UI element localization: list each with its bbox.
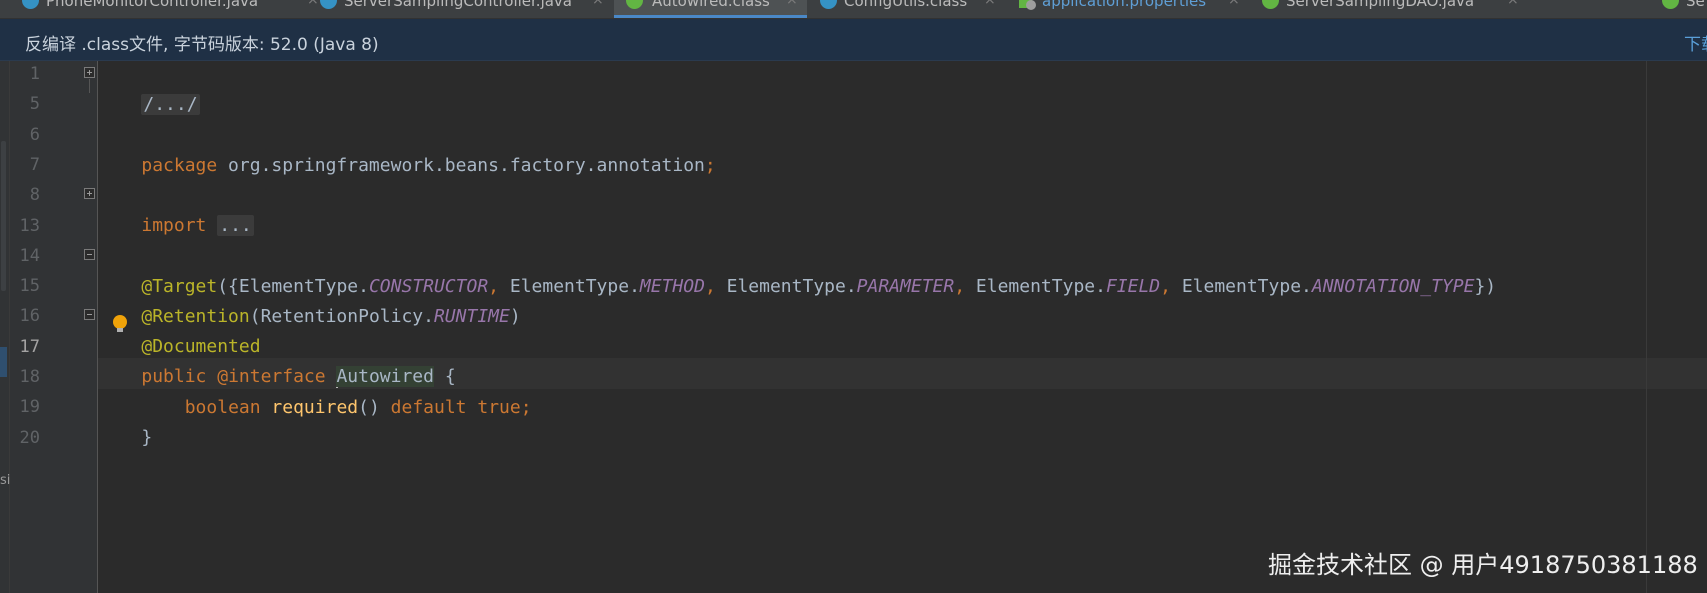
tab-label: ServerSamplingDAO.java <box>1286 0 1475 10</box>
class-icon <box>320 0 337 9</box>
constant: METHOD <box>639 276 705 297</box>
close-icon[interactable]: × <box>1507 0 1519 7</box>
code-line-19: } <box>98 391 152 448</box>
line-number: 15 <box>19 276 40 296</box>
tab-serversamplingdao[interactable]: ServerSamplingDAO.java × <box>1262 0 1524 18</box>
line-number-current: 17 <box>19 337 40 357</box>
line-number-gutter[interactable]: 1 5 6 7 8 13 14 15 16 17 18 19 20 <box>10 61 98 593</box>
tab-label: application.properties <box>1042 0 1207 10</box>
code-line-16: @Documented <box>98 300 260 357</box>
folded-imports[interactable]: ... <box>217 215 254 236</box>
code-line-6: package org.springframework.beans.factor… <box>98 119 715 176</box>
close-icon[interactable]: × <box>1228 0 1240 7</box>
active-tab-indicator <box>614 15 807 18</box>
semicolon: ; <box>704 155 716 176</box>
close-icon[interactable]: × <box>984 0 996 7</box>
keyword-boolean: boolean <box>184 397 261 418</box>
line-number: 1 <box>29 64 40 84</box>
code-editor[interactable]: /.../ package org.springframework.beans.… <box>98 61 1707 593</box>
keyword-import: import <box>141 215 207 236</box>
element-type: ElementType. <box>509 276 640 297</box>
retention-policy: (RetentionPolicy. <box>249 306 434 327</box>
line-number: 18 <box>19 367 40 387</box>
line-number: 6 <box>29 125 40 145</box>
parens: () <box>358 397 380 418</box>
line-number: 14 <box>19 246 40 266</box>
tab-se[interactable]: Se <box>1662 0 1707 18</box>
element-type: ElementType. <box>726 276 857 297</box>
left-tool-strip: si <box>0 61 10 593</box>
code-line-8: import ... <box>98 179 254 236</box>
comma: , <box>954 276 966 297</box>
class-icon <box>22 0 39 9</box>
closing-brace: } <box>141 427 153 448</box>
code-line-17: public @interface Autowired { <box>98 330 456 388</box>
tab-label: ServerSamplingController.java <box>344 0 573 10</box>
constant: RUNTIME <box>433 306 510 327</box>
line-number: 19 <box>19 397 40 417</box>
close-icon[interactable]: × <box>786 0 798 7</box>
line-number: 5 <box>29 94 40 114</box>
banner-text: 反编译 .class文件, 字节码版本: 52.0 (Java 8) <box>25 35 379 55</box>
element-type: ElementType. <box>975 276 1106 297</box>
interface-icon <box>1262 0 1279 9</box>
tab-autowired[interactable]: Autowired.class × <box>614 0 807 18</box>
class-icon <box>820 0 837 9</box>
keyword-true: true <box>477 397 521 418</box>
decompiled-info-banner: 反编译 .class文件, 字节码版本: 52.0 (Java 8) 下载 <box>0 19 1707 61</box>
constant: PARAMETER <box>856 276 955 297</box>
comma: , <box>704 276 716 297</box>
editor-tab-bar: PhoneMonitorController.java × ServerSamp… <box>0 0 1707 19</box>
punctuation: ) <box>509 306 521 327</box>
expand-fold-icon[interactable] <box>84 188 95 199</box>
line-number: 16 <box>19 306 40 326</box>
fold-guide <box>89 79 90 93</box>
code-line-14: @Target({ElementType.CONSTRUCTOR, Elemen… <box>98 240 1496 297</box>
comma: , <box>1160 276 1171 297</box>
close-icon[interactable]: × <box>592 0 604 7</box>
keyword-default: default <box>390 397 467 418</box>
tab-application-properties[interactable]: application.properties × <box>1018 0 1248 18</box>
punctuation: }) <box>1474 276 1497 297</box>
tab-serversamplingcontroller[interactable]: ServerSamplingController.java × <box>320 0 612 18</box>
expand-fold-icon[interactable] <box>84 67 95 78</box>
collapse-fold-icon[interactable] <box>84 309 95 320</box>
collapse-fold-icon[interactable] <box>84 249 95 260</box>
tab-label: ConfigUtils.class <box>844 0 968 10</box>
constant: ANNOTATION_TYPE <box>1311 276 1475 297</box>
tab-phonemonitorcontroller[interactable]: PhoneMonitorController.java × <box>22 0 322 18</box>
watermark: 掘金技术社区 @ 用户4918750381188 <box>1268 551 1698 579</box>
interface-icon <box>1662 0 1679 9</box>
tab-configutils[interactable]: ConfigUtils.class × <box>820 0 1010 18</box>
line-number: 20 <box>19 428 40 448</box>
tab-label: PhoneMonitorController.java <box>46 0 259 10</box>
semicolon: ; <box>520 397 532 418</box>
right-margin-guide <box>1646 61 1647 593</box>
selection-marker <box>0 347 7 377</box>
constant: FIELD <box>1105 276 1161 297</box>
folded-comment[interactable]: /.../ <box>141 94 200 115</box>
element-type: ElementType. <box>1181 276 1312 297</box>
code-line-18: boolean required() default true; <box>98 361 532 418</box>
line-number: 13 <box>19 216 40 236</box>
package-name: org.springframework.beans.factory.annota… <box>217 155 705 176</box>
scrollbar-thumb[interactable] <box>1 141 6 291</box>
download-sources-link[interactable]: 下载 <box>1684 30 1707 55</box>
method-name: required <box>271 397 359 418</box>
line-number: 8 <box>29 185 40 205</box>
line-number: 7 <box>29 155 40 175</box>
code-line-1: /.../ <box>98 58 200 115</box>
tab-label: Se <box>1686 0 1705 10</box>
side-panel-text: si <box>0 473 11 488</box>
tab-label: Autowired.class <box>652 0 770 10</box>
close-icon[interactable]: × <box>307 0 319 7</box>
code-line-15: @Retention(RetentionPolicy.RUNTIME) <box>98 270 520 327</box>
annotation-icon <box>626 0 643 9</box>
properties-icon <box>1018 0 1036 10</box>
keyword-package: package <box>141 155 218 176</box>
